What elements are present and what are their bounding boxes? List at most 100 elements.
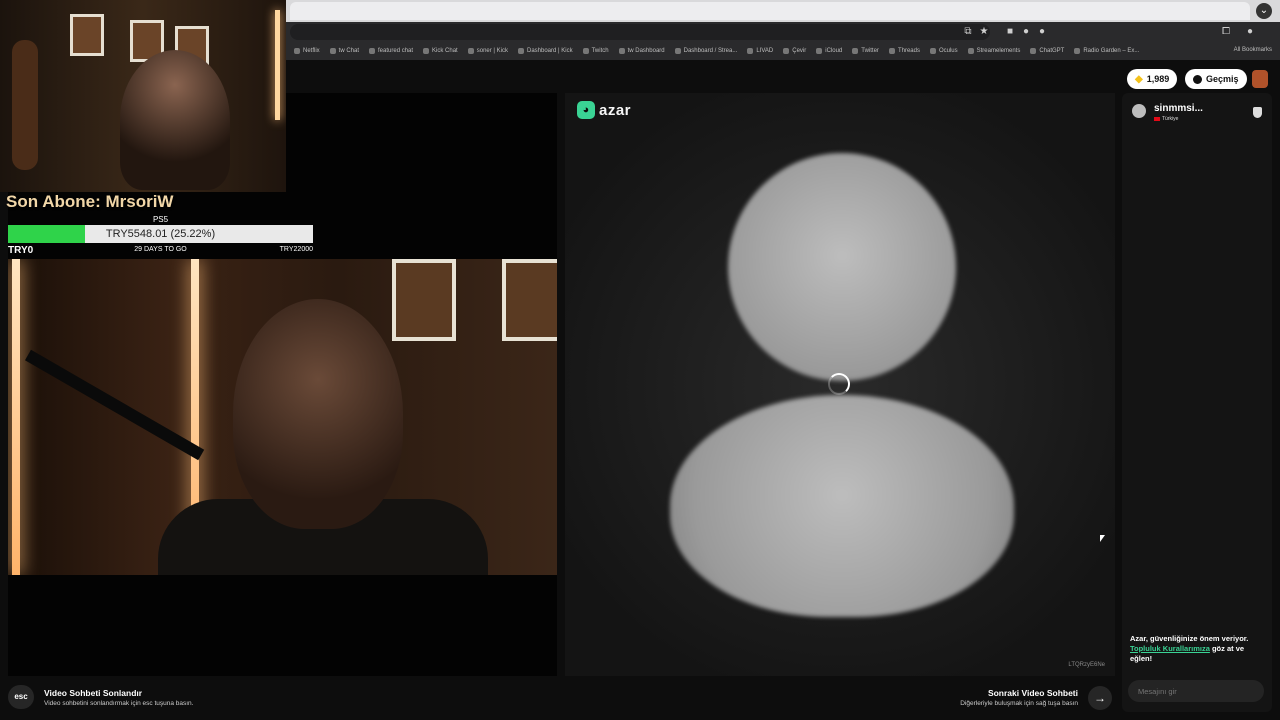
last-subscriber-label: Son Abone: MrsoriW bbox=[6, 192, 174, 211]
bookmark-favicon-icon bbox=[329, 48, 336, 54]
bookmark-item[interactable]: Streamelements bbox=[967, 48, 1021, 54]
bookmark-label: Kick Chat bbox=[432, 48, 458, 54]
microphone-arm bbox=[25, 349, 205, 461]
bookmark-item[interactable]: Twitch bbox=[582, 48, 609, 54]
goal-current: TRY5548.01 (25.22%) bbox=[105, 228, 216, 240]
turkey-flag-icon bbox=[1154, 117, 1160, 121]
bookmark-label: Twitch bbox=[591, 48, 609, 54]
extensions-puzzle-icon[interactable]: ⧠ bbox=[1220, 26, 1232, 38]
bookmark-favicon-icon bbox=[467, 48, 474, 54]
wall-frame bbox=[392, 259, 456, 341]
bookmark-label: Twitter bbox=[861, 48, 879, 54]
bookmark-item[interactable]: Dashboard / Strea... bbox=[674, 48, 737, 54]
bookmark-label: featured chat bbox=[378, 48, 414, 54]
partner-username: sinmmsi... bbox=[1154, 103, 1203, 114]
bookmark-item[interactable]: Twitter bbox=[852, 48, 879, 54]
install-icon[interactable]: ⧉ bbox=[962, 26, 974, 38]
bookmark-item[interactable]: ChatGPT bbox=[1030, 48, 1064, 54]
bookmark-item[interactable]: tw Chat bbox=[329, 48, 360, 54]
bookmark-label: tw Dashboard bbox=[627, 48, 665, 54]
bookmark-favicon-icon bbox=[888, 48, 895, 54]
tab-search-icon[interactable]: ⌄ bbox=[1256, 3, 1272, 19]
bookmark-favicon-icon bbox=[369, 48, 376, 54]
azar-logo-icon: ◕ bbox=[577, 101, 595, 119]
extension-icon[interactable]: ● bbox=[1036, 26, 1048, 38]
bookmark-item[interactable]: Netflix bbox=[294, 48, 320, 54]
bookmark-item[interactable]: Dashboard | Kick bbox=[517, 48, 573, 54]
active-tab[interactable] bbox=[290, 2, 1250, 20]
address-bar[interactable] bbox=[290, 24, 990, 40]
donation-goal: PS5 TRY5548.01 (25.22%) TRY0 29 DAYS TO … bbox=[8, 215, 313, 257]
light-strip bbox=[275, 10, 280, 120]
bookmark-favicon-icon bbox=[618, 48, 625, 54]
bookmark-favicon-icon bbox=[929, 48, 936, 54]
bookmark-favicon-icon bbox=[582, 48, 589, 54]
bookmark-label: Oculus bbox=[938, 48, 958, 54]
history-button[interactable]: Geçmiş bbox=[1185, 69, 1247, 89]
goal-progress-bar: TRY5548.01 (25.22%) bbox=[8, 225, 313, 243]
bookmark-favicon-icon bbox=[517, 48, 524, 54]
bookmark-label: soner | Kick bbox=[476, 48, 508, 54]
history-label: Geçmiş bbox=[1206, 74, 1239, 84]
bookmark-favicon-icon bbox=[852, 48, 859, 54]
bookmark-label: Çevir bbox=[792, 48, 807, 54]
next-arrow-icon[interactable]: → bbox=[1088, 686, 1112, 710]
bookmark-favicon-icon bbox=[423, 48, 430, 54]
country-name: Türkiye bbox=[1162, 116, 1179, 122]
bookmark-label: tw Chat bbox=[338, 48, 360, 54]
gem-icon: ◆ bbox=[1135, 73, 1143, 85]
bookmark-favicon-icon bbox=[1030, 48, 1037, 54]
bookmark-item[interactable]: Kick Chat bbox=[423, 48, 458, 54]
next-chat-title: Sonraki Video Sohbeti bbox=[987, 688, 1078, 698]
profile-icon[interactable]: ● bbox=[1244, 26, 1256, 38]
goal-days-left: 29 DAYS TO GO bbox=[134, 246, 187, 253]
streamer-webcam bbox=[0, 0, 286, 192]
azar-logo[interactable]: ◕ azar bbox=[577, 101, 631, 119]
bookmark-item[interactable]: Radio Garden – Ex... bbox=[1074, 48, 1139, 54]
all-bookmarks-link[interactable]: All Bookmarks bbox=[1234, 47, 1272, 53]
bookmark-item[interactable]: LIVAD bbox=[747, 48, 773, 54]
bookmark-star-icon[interactable]: ★ bbox=[978, 26, 990, 38]
bookmark-favicon-icon bbox=[967, 48, 974, 54]
streamer bbox=[120, 50, 230, 190]
user-avatar[interactable] bbox=[1252, 70, 1268, 88]
extension-icon[interactable]: ■ bbox=[1004, 26, 1016, 38]
bookmark-item[interactable]: Threads bbox=[888, 48, 920, 54]
next-chat-description: Diğerleriyle buluşmak için sağ tuşa bası… bbox=[960, 700, 1078, 707]
self-camera-feed bbox=[8, 259, 557, 575]
gems-button[interactable]: ◆ 1,989 bbox=[1127, 69, 1178, 89]
end-chat-title: Video Sohbeti Sonlandır bbox=[44, 688, 143, 698]
bookmark-favicon-icon bbox=[816, 48, 823, 54]
report-shield-icon[interactable] bbox=[1253, 107, 1262, 118]
bookmark-item[interactable]: Çevir bbox=[783, 48, 806, 54]
bookmark-favicon-icon bbox=[1074, 48, 1081, 54]
bookmark-label: LIVAD bbox=[756, 48, 774, 54]
safety-notice: Azar, güvenliğinize önem veriyor. Toplul… bbox=[1130, 634, 1265, 664]
bookmark-label: ChatGPT bbox=[1039, 48, 1065, 54]
bookmark-label: Streamelements bbox=[976, 48, 1021, 54]
light-strip bbox=[12, 259, 20, 575]
bookmark-item[interactable]: Oculus bbox=[929, 48, 958, 54]
bookmark-item[interactable]: tw Dashboard bbox=[618, 48, 665, 54]
chat-panel: sinmmsi... Türkiye Azar, güvenliğinize ö… bbox=[1122, 93, 1272, 712]
person-head bbox=[233, 299, 403, 529]
bookmark-favicon-icon bbox=[747, 48, 754, 54]
guitar bbox=[12, 40, 38, 170]
bookmark-favicon-icon bbox=[674, 48, 681, 54]
bookmark-favicon-icon bbox=[294, 48, 300, 54]
bookmark-label: Threads bbox=[897, 48, 920, 54]
bookmark-item[interactable]: featured chat bbox=[369, 48, 413, 54]
wall-frame bbox=[502, 259, 557, 341]
bookmark-item[interactable]: soner | Kick bbox=[467, 48, 508, 54]
message-input[interactable] bbox=[1128, 680, 1264, 702]
bookmark-favicon-icon bbox=[783, 48, 790, 54]
esc-key-button[interactable]: esc bbox=[8, 685, 34, 709]
extension-icon[interactable]: ● bbox=[1020, 26, 1032, 38]
community-guidelines-link[interactable]: Topluluk Kurallarımıza bbox=[1130, 644, 1210, 653]
gems-count: 1,989 bbox=[1146, 74, 1170, 84]
bookmark-item[interactable]: iCloud bbox=[816, 48, 842, 54]
wall-frame bbox=[70, 14, 104, 56]
mouse-cursor-icon bbox=[1100, 535, 1105, 542]
bookmark-label: Netflix bbox=[303, 48, 320, 54]
bookmark-label: Dashboard | Kick bbox=[526, 48, 573, 54]
